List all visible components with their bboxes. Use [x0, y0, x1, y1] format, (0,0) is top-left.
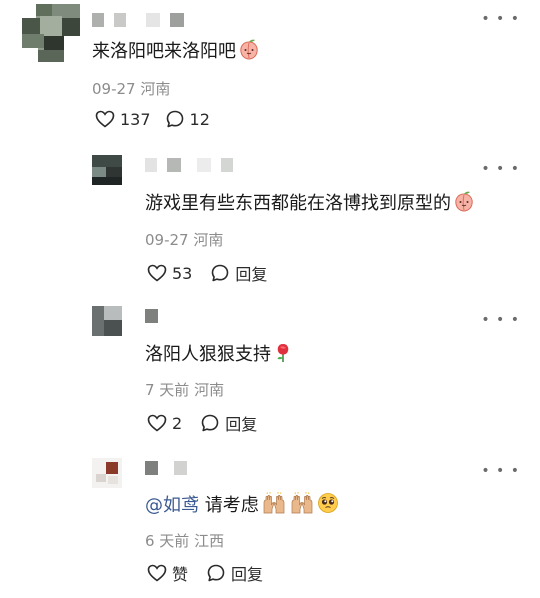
- reply-count: 12: [189, 109, 210, 129]
- heart-icon: [147, 264, 167, 282]
- comment-bubble-icon: [212, 264, 229, 282]
- comment-meta: 7 天前 河南: [145, 379, 224, 400]
- avatar[interactable]: [92, 155, 122, 185]
- heart-icon: [147, 414, 167, 432]
- comment-date: 7 天前: [145, 381, 190, 399]
- avatar-image: [92, 155, 122, 185]
- comment-location: 河南: [140, 80, 171, 98]
- reply-button[interactable]: 回复: [200, 411, 257, 435]
- reply-label: 回复: [235, 265, 268, 284]
- username-redacted[interactable]: [145, 461, 187, 475]
- peach-emoji: [453, 190, 475, 219]
- like-button[interactable]: 137: [95, 110, 151, 129]
- raising-hands-emoji: [289, 492, 315, 521]
- reply-label: 回复: [225, 415, 258, 434]
- reply-label: 回复: [231, 565, 264, 584]
- comment-date: 09-27: [92, 80, 136, 98]
- comment-actions: 赞 回复: [147, 561, 263, 585]
- rose-emoji: [273, 341, 293, 370]
- comment-actions: 137 12: [95, 109, 210, 129]
- reply-button[interactable]: 回复: [210, 261, 267, 285]
- like-button[interactable]: 53: [147, 264, 192, 283]
- username-redacted[interactable]: [145, 309, 158, 323]
- raising-hands-emoji: [261, 492, 287, 521]
- comment-bubble-icon: [201, 414, 219, 432]
- pleading-face-emoji: [317, 492, 339, 521]
- like-button[interactable]: 赞: [147, 561, 188, 585]
- comment-text: 游戏里有些东西都能在洛博找到原型的: [145, 190, 475, 219]
- like-button[interactable]: 2: [147, 414, 182, 433]
- avatar-image: [22, 4, 80, 62]
- username-redacted[interactable]: [145, 158, 233, 172]
- comment-bubble-icon: [166, 110, 183, 128]
- comment-text: 洛阳人狠狠支持: [145, 341, 293, 370]
- more-dots-icon[interactable]: • • •: [481, 313, 520, 327]
- comment-location: 河南: [193, 231, 224, 249]
- reply-button[interactable]: 12: [165, 109, 210, 129]
- like-label: 赞: [172, 565, 189, 584]
- comment-meta: 09-27 河南: [145, 229, 223, 250]
- comment-text: @如鸢 请考虑: [145, 492, 339, 521]
- comment-actions: 2 回复: [147, 411, 257, 435]
- comment-actions: 53 回复: [147, 261, 267, 285]
- heart-icon: [95, 110, 115, 128]
- like-count: 2: [172, 413, 183, 433]
- comment-location: 河南: [194, 381, 225, 399]
- like-count: 53: [172, 263, 193, 283]
- avatar-image: [92, 306, 122, 336]
- comment-text: 来洛阳吧来洛阳吧: [92, 38, 260, 67]
- username-redacted[interactable]: [92, 13, 184, 27]
- like-count: 137: [120, 109, 151, 129]
- comment-meta: 6 天前 江西: [145, 530, 224, 551]
- more-dots-icon[interactable]: • • •: [481, 12, 520, 26]
- avatar-image: [92, 458, 122, 488]
- comment-meta: 09-27 河南: [92, 78, 170, 99]
- mention-link[interactable]: @如鸢: [145, 495, 199, 516]
- more-dots-icon[interactable]: • • •: [481, 162, 520, 176]
- comment-date: 09-27: [145, 231, 189, 249]
- comment-location: 江西: [194, 532, 225, 550]
- heart-icon: [147, 564, 167, 582]
- comment-bubble-icon: [207, 564, 225, 582]
- avatar[interactable]: [22, 4, 80, 62]
- comment-date: 6 天前: [145, 532, 190, 550]
- avatar[interactable]: [92, 306, 122, 336]
- avatar[interactable]: [92, 458, 122, 488]
- peach-emoji: [238, 38, 260, 67]
- more-dots-icon[interactable]: • • •: [481, 464, 520, 478]
- reply-button[interactable]: 回复: [206, 561, 263, 585]
